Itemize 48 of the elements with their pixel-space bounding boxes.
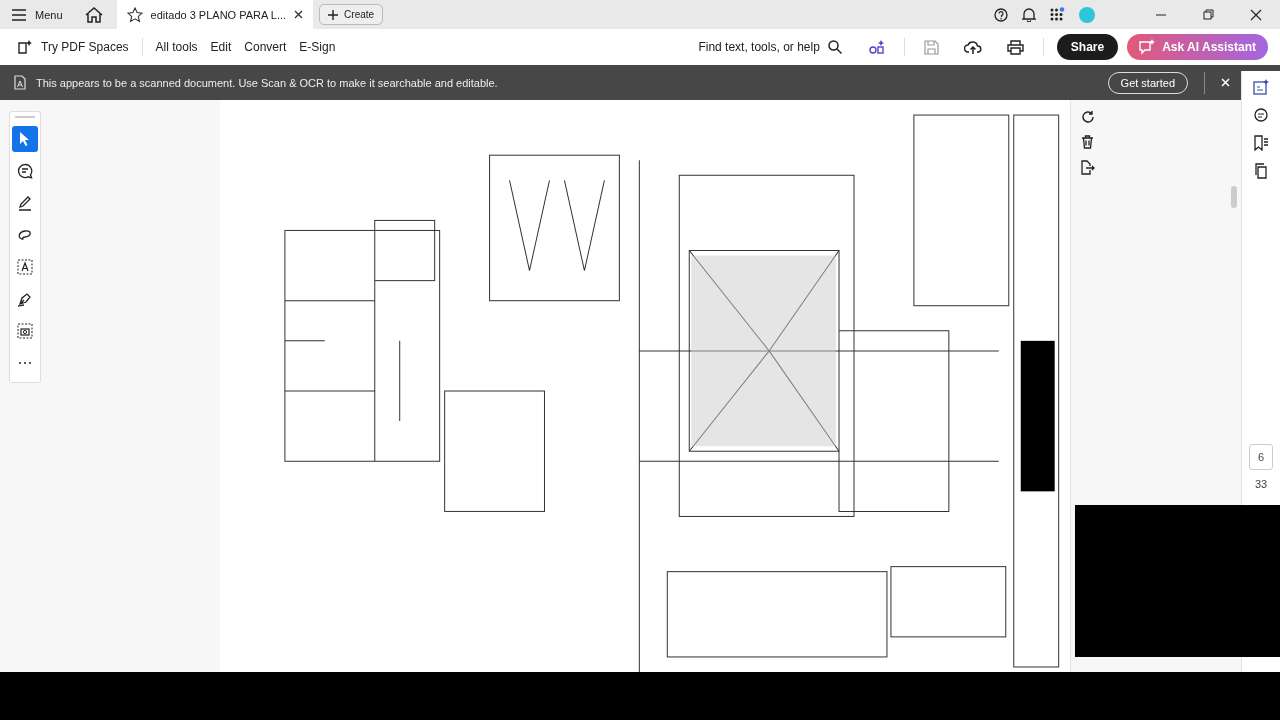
- toolbar-menu-item[interactable]: All tools: [155, 40, 198, 54]
- rotate-icon[interactable]: [1081, 110, 1096, 124]
- bell-icon[interactable]: [1022, 7, 1036, 22]
- toolbar-menu-item[interactable]: Edit: [210, 40, 232, 54]
- create-button[interactable]: Create: [319, 4, 384, 25]
- shapes-sparkle-icon[interactable]: [868, 39, 885, 55]
- text-box-icon: [17, 259, 33, 275]
- help-icon[interactable]: [994, 7, 1008, 22]
- pen-nib-icon: [17, 291, 33, 307]
- pages-icon[interactable]: [1253, 163, 1269, 179]
- apps-grid-icon[interactable]: [1050, 7, 1065, 22]
- star-icon: [126, 6, 143, 23]
- close-icon[interactable]: [294, 10, 304, 19]
- restore-icon[interactable]: [1203, 9, 1214, 20]
- ai-assistant-button[interactable]: Ask AI Assistant: [1127, 34, 1268, 60]
- pdf-spaces-button[interactable]: Try PDF Spaces: [16, 38, 129, 56]
- share-button[interactable]: Share: [1056, 34, 1119, 60]
- sparkle-panel-icon[interactable]: [1253, 79, 1270, 95]
- sparkle-document-icon: [16, 38, 34, 56]
- search-button[interactable]: Find text, tools, or help: [698, 40, 842, 54]
- toolbar-menu-item[interactable]: Convert: [244, 40, 287, 54]
- trash-icon[interactable]: [1081, 135, 1095, 149]
- camera-icon: [17, 323, 33, 339]
- menu-button[interactable]: Menu: [12, 8, 63, 21]
- bookmark-list-icon[interactable]: [1253, 135, 1270, 151]
- printer-icon[interactable]: [1006, 39, 1024, 55]
- more-icon: [18, 361, 32, 365]
- cursor-icon: [19, 131, 31, 147]
- chat-sparkle-icon: [1139, 39, 1157, 55]
- document-icon: [14, 75, 26, 90]
- lasso-icon: [17, 227, 33, 243]
- page-export-icon[interactable]: [1081, 160, 1096, 175]
- document-tab[interactable]: editado 3 PLANO PARA L...: [116, 0, 314, 29]
- plus-icon: [328, 9, 339, 20]
- home-icon[interactable]: [84, 6, 103, 23]
- comments-icon[interactable]: [1253, 107, 1270, 123]
- speech-bubble-icon: [17, 163, 33, 179]
- search-icon: [827, 40, 842, 54]
- menu-icon: [12, 8, 26, 21]
- page-number-field[interactable]: 6: [1249, 444, 1274, 470]
- toolbar-menu-item[interactable]: E-Sign: [299, 40, 336, 54]
- cloud-upload-icon[interactable]: [963, 39, 982, 55]
- pencil-icon: [17, 195, 33, 211]
- page-count: 33: [1254, 478, 1268, 490]
- close-icon[interactable]: [1250, 8, 1262, 21]
- select-tool-button[interactable]: [12, 126, 38, 152]
- scrollbar-thumb[interactable]: [1231, 186, 1238, 208]
- banner-message: This appears to be a scanned document. Use Scan & OCR to make it searchable and editable.: [36, 76, 498, 89]
